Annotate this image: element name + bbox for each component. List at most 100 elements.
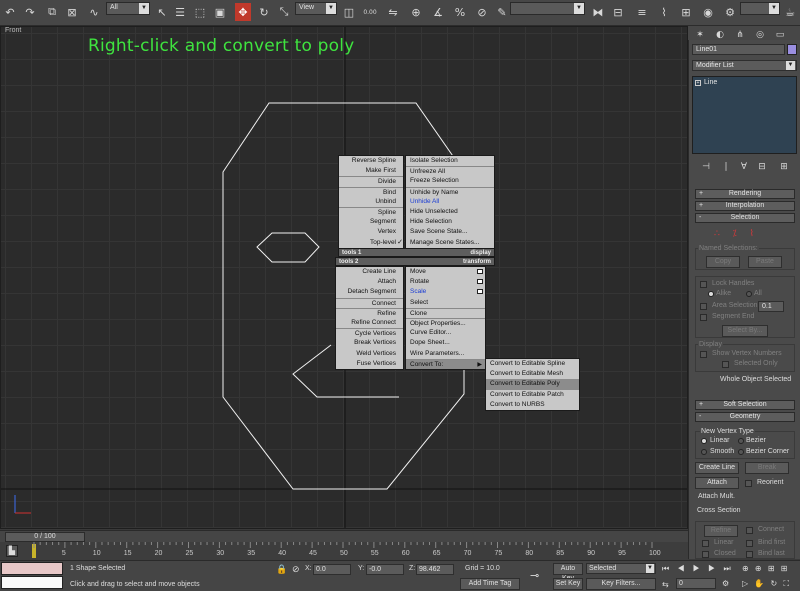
menu-spline[interactable]: Spline xyxy=(339,206,403,217)
menu-bind[interactable]: Bind xyxy=(339,186,403,197)
playback-controls[interactable]: ⏮ ◀ ▶ ▶ ⏭ xyxy=(662,564,734,574)
named-selection-sets-dropdown[interactable]: ▼ xyxy=(510,2,585,15)
spinner-snap-icon[interactable]: ⊘ xyxy=(474,3,490,21)
time-slider[interactable]: 0 / 100 xyxy=(0,530,688,542)
menu-reverse-spline[interactable]: Reverse Spline xyxy=(339,156,403,166)
menu-hide-unselected[interactable]: Hide Unselected xyxy=(406,207,494,217)
y-coordinate-field[interactable]: -0.0 xyxy=(366,564,404,575)
select-and-rotate-icon[interactable]: ↻ xyxy=(256,3,272,21)
object-name-field[interactable]: Line01 xyxy=(692,44,785,55)
area-selection-checkbox[interactable] xyxy=(700,303,707,310)
viewport-nav-controls-bottom[interactable]: ▷ ✋ ↻ ⛶ xyxy=(742,579,791,589)
bind-first-checkbox[interactable] xyxy=(746,540,753,547)
menu-convert-to[interactable]: Convert To: ▶ xyxy=(406,358,485,369)
refine-button[interactable]: Refine xyxy=(704,525,738,537)
menu-convert-editable-patch[interactable]: Convert to Editable Patch xyxy=(486,390,579,400)
current-frame-field[interactable]: 0 xyxy=(676,578,716,589)
alike-radio[interactable] xyxy=(708,291,714,297)
key-icon[interactable]: ⊸ xyxy=(530,569,539,582)
menu-weld-vertices[interactable]: Weld Vertices xyxy=(336,349,403,359)
auto-key-button[interactable]: Auto Key xyxy=(553,563,583,582)
set-key-button[interactable]: Set Key xyxy=(553,578,583,590)
menu-cycle-vertices[interactable]: Cycle Vertices xyxy=(336,328,403,338)
line01-inner-spline[interactable] xyxy=(256,232,320,263)
window-crossing-icon[interactable]: ▣ xyxy=(212,3,228,21)
menu-refine[interactable]: Refine xyxy=(336,307,403,318)
menu-rotate[interactable]: Rotate xyxy=(406,277,485,287)
make-unique-icon[interactable]: ∀ xyxy=(736,158,752,176)
stack-item-line[interactable]: + Line xyxy=(695,79,717,86)
menu-attach[interactable]: Attach xyxy=(336,277,403,287)
bezier-corner-radio[interactable] xyxy=(738,449,744,455)
menu-select[interactable]: Select xyxy=(406,298,485,308)
mirror-tool-icon[interactable]: ⧓ xyxy=(590,3,606,21)
render-type-dropdown[interactable]: ▼ xyxy=(740,2,780,15)
cross-section-button[interactable]: Cross Section xyxy=(697,507,741,514)
layer-manager-icon[interactable]: ≡ xyxy=(634,3,650,21)
menu-wire-parameters[interactable]: Wire Parameters... xyxy=(406,349,485,359)
rollout-selection[interactable]: - Selection xyxy=(695,213,795,223)
percent-snap-icon[interactable]: % xyxy=(452,3,468,21)
segment-end-checkbox[interactable] xyxy=(700,314,707,321)
selected-only-checkbox[interactable] xyxy=(722,361,729,368)
copy-button[interactable]: Copy xyxy=(706,256,740,268)
select-and-move-icon[interactable]: ✥ xyxy=(235,3,251,21)
menu-unhide-all[interactable]: Unhide All xyxy=(406,197,494,207)
menu-hide-selection[interactable]: Hide Selection xyxy=(406,217,494,227)
menu-unhide-by-name[interactable]: Unhide by Name xyxy=(406,186,494,197)
menu-detach-segment[interactable]: Detach Segment xyxy=(336,287,403,297)
menu-unbind[interactable]: Unbind xyxy=(339,197,403,207)
select-object-icon[interactable]: ↖ xyxy=(154,3,170,21)
configure-sets-icon[interactable]: ⊞ xyxy=(776,158,792,176)
select-and-link-icon[interactable]: ⧉ xyxy=(44,3,60,21)
menu-convert-nurbs[interactable]: Convert to NURBS xyxy=(486,400,579,410)
key-mode-dropdown[interactable]: Selected ▼ xyxy=(586,563,656,574)
menu-save-scene-state[interactable]: Save Scene State... xyxy=(406,227,494,237)
key-filters-button[interactable]: Key Filters... xyxy=(586,578,656,590)
time-slider-knob[interactable]: 0 / 100 xyxy=(5,532,85,542)
reorient-checkbox[interactable] xyxy=(745,480,752,487)
viewport-nav-controls-top[interactable]: ⊕ ⊕ ⊞ ⊞ xyxy=(742,564,789,573)
smooth-radio[interactable] xyxy=(701,449,707,455)
frame-ruler[interactable]: ▙ 5 10 15 20 25 30 35 40 45 50 55 60 65 70 75 80 85 90 95 1… xyxy=(0,542,688,560)
absolute-mode-icon[interactable]: ⊘ xyxy=(292,564,300,575)
menu-segment[interactable]: Segment xyxy=(339,217,403,227)
menu-freeze-selection[interactable]: Freeze Selection xyxy=(406,176,494,186)
menu-break-vertices[interactable]: Break Vertices xyxy=(336,338,403,348)
menu-convert-editable-poly[interactable]: Convert to Editable Poly xyxy=(486,379,579,390)
menu-clone[interactable]: Clone xyxy=(406,307,485,318)
front-viewport[interactable]: Front Right-click and convert to poly Re… xyxy=(0,26,688,529)
lock-handles-checkbox[interactable] xyxy=(700,281,707,288)
select-by-name-icon[interactable]: ☰ xyxy=(172,3,188,21)
linear-checkbox[interactable] xyxy=(702,540,709,547)
pin-stack-icon[interactable]: ⊣ xyxy=(698,158,714,176)
key-mode-toggle-icon[interactable]: ⇆ xyxy=(662,580,669,589)
break-button[interactable]: Break xyxy=(745,462,789,474)
attach-button[interactable]: Attach xyxy=(695,477,739,489)
snaps-toggle-icon[interactable]: ⊕ xyxy=(408,3,424,21)
align-icon[interactable]: ⊟ xyxy=(610,3,626,21)
select-by-button[interactable]: Select By... xyxy=(722,325,768,337)
edit-named-selections-icon[interactable]: ✎ xyxy=(494,3,510,21)
menu-make-first[interactable]: Make First xyxy=(339,166,403,176)
all-radio[interactable] xyxy=(746,291,752,297)
undo-icon[interactable]: ↶ xyxy=(2,3,18,21)
render-setup-icon[interactable]: ⚙ xyxy=(722,3,738,21)
closed-checkbox[interactable] xyxy=(702,551,709,558)
expand-icon[interactable]: + xyxy=(695,80,701,86)
menu-connect[interactable]: Connect xyxy=(336,297,403,308)
menu-manage-scene-states[interactable]: Manage Scene States... xyxy=(406,238,494,248)
x-coordinate-field[interactable]: 0.0 xyxy=(313,564,351,575)
menu-isolate-selection[interactable]: Isolate Selection xyxy=(406,156,494,166)
rollout-interpolation[interactable]: + Interpolation xyxy=(695,201,795,211)
subobject-level-icons[interactable]: ∴ ⁒ ⌇ xyxy=(714,229,774,239)
maxscript-listener-mini[interactable] xyxy=(1,562,63,575)
select-and-scale-icon[interactable]: ⤡ xyxy=(276,3,292,21)
menu-dope-sheet[interactable]: Dope Sheet... xyxy=(406,338,485,348)
remove-modifier-icon[interactable]: ⊟ xyxy=(754,158,770,176)
time-config-icon[interactable]: ⚙ xyxy=(722,579,729,588)
mirror-icon[interactable]: ⇋ xyxy=(385,3,401,21)
rollout-soft-selection[interactable]: + Soft Selection xyxy=(695,400,795,410)
bezier-radio[interactable] xyxy=(738,438,744,444)
paste-button[interactable]: Paste xyxy=(748,256,782,268)
